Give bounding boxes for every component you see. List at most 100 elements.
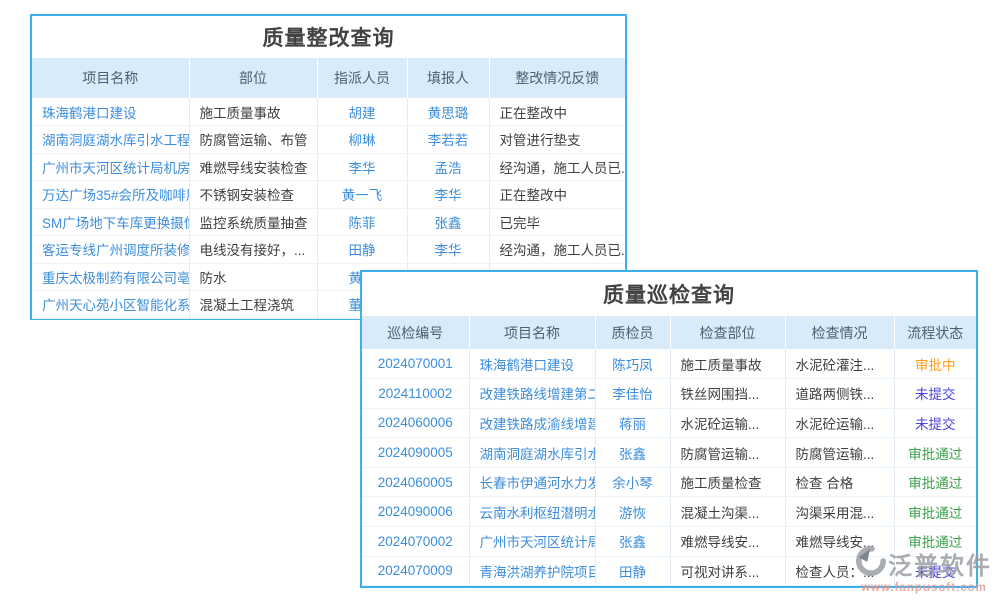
cell-part: 水泥砼运输...	[670, 408, 785, 438]
cell-project[interactable]: 珠海鹤港口建设	[32, 98, 189, 126]
cell-project[interactable]: 客运专线广州调度所装修项目	[32, 236, 189, 264]
column-header: 检查部位	[670, 316, 785, 349]
cell-part: 施工质量事故	[670, 349, 785, 379]
cell-feedback: 对管进行垫支	[489, 126, 625, 154]
cell-no[interactable]: 2024070001	[362, 349, 469, 379]
status-badge[interactable]: 审批中	[894, 349, 976, 379]
cell-situation: 检查 合格	[785, 467, 894, 497]
cell-reporter[interactable]: 李华	[407, 181, 489, 209]
cell-part: 难燃导线安...	[670, 527, 785, 557]
cell-project[interactable]: 改建铁路线增建第二线	[469, 379, 595, 409]
cell-assignee[interactable]: 胡建	[317, 98, 407, 126]
cell-inspector[interactable]: 李佳怡	[595, 379, 670, 409]
cell-part: 混凝土工程浇筑	[189, 291, 317, 319]
cell-reporter[interactable]: 黄思璐	[407, 98, 489, 126]
table-row: 客运专线广州调度所装修项目电线没有接好，...田静李华经沟通，施工人员已...	[32, 236, 625, 264]
cell-feedback: 正在整改中	[489, 98, 625, 126]
cell-inspector[interactable]: 蒋丽	[595, 408, 670, 438]
cell-part: 不锈钢安装检查	[189, 181, 317, 209]
cell-part: 防水	[189, 263, 317, 291]
cell-no[interactable]: 2024090005	[362, 438, 469, 468]
column-header: 项目名称	[32, 58, 189, 98]
cell-assignee[interactable]: 田静	[317, 236, 407, 264]
rectify-window-title: 质量整改查询	[32, 16, 625, 58]
status-badge[interactable]: 审批通过	[894, 467, 976, 497]
cell-situation: 水泥砼运输...	[785, 408, 894, 438]
cell-project[interactable]: 长春市伊通河水力发电站	[469, 467, 595, 497]
status-badge[interactable]: 未提交	[894, 379, 976, 409]
inspect-window-title: 质量巡检查询	[362, 272, 976, 316]
table-row: 珠海鹤港口建设施工质量事故胡建黄思璐正在整改中	[32, 98, 625, 126]
cell-inspector[interactable]: 张鑫	[595, 438, 670, 468]
table-row: 2024070002广州市天河区统计局机房张鑫难燃导线安...难燃导线安...审…	[362, 527, 976, 557]
cell-project[interactable]: 广州市天河区统计局机房	[469, 527, 595, 557]
cell-inspector[interactable]: 余小琴	[595, 467, 670, 497]
cell-part: 混凝土沟渠...	[670, 497, 785, 527]
cell-part: 施工质量事故	[189, 98, 317, 126]
column-header: 巡检编号	[362, 316, 469, 349]
table-row: 2024060006改建铁路成渝线增建二线蒋丽水泥砼运输...水泥砼运输...未…	[362, 408, 976, 438]
column-header: 质检员	[595, 316, 670, 349]
cell-part: 电线没有接好，...	[189, 236, 317, 264]
cell-project[interactable]: 改建铁路成渝线增建二线	[469, 408, 595, 438]
cell-reporter[interactable]: 张鑫	[407, 208, 489, 236]
cell-no[interactable]: 2024060005	[362, 467, 469, 497]
column-header: 填报人	[407, 58, 489, 98]
table-row: 2024090006云南水利枢纽潜明水库工游恢混凝土沟渠...沟渠采用混...审…	[362, 497, 976, 527]
cell-situation: 难燃导线安...	[785, 527, 894, 557]
cell-project[interactable]: 湖南洞庭湖水库引水工程	[469, 438, 595, 468]
column-header: 整改情况反馈	[489, 58, 625, 98]
cell-assignee[interactable]: 柳琳	[317, 126, 407, 154]
table-row: 2024090005湖南洞庭湖水库引水工程张鑫防腐管运输...防腐管运输...审…	[362, 438, 976, 468]
cell-no[interactable]: 2024060006	[362, 408, 469, 438]
status-badge[interactable]: 未提交	[894, 408, 976, 438]
cell-part: 监控系统质量抽查	[189, 208, 317, 236]
cell-situation: 道路两侧铁...	[785, 379, 894, 409]
cell-project[interactable]: 青海洪湖养护院项目	[469, 556, 595, 586]
table-row: 广州市天河区统计局机房改造难燃导线安装检查李华孟浩经沟通，施工人员已...	[32, 153, 625, 181]
cell-project[interactable]: 珠海鹤港口建设	[469, 349, 595, 379]
cell-project[interactable]: 重庆太极制药有限公司亳州	[32, 263, 189, 291]
cell-assignee[interactable]: 陈菲	[317, 208, 407, 236]
cell-feedback: 已完毕	[489, 208, 625, 236]
cell-project[interactable]: 广州天心苑小区智能化系统	[32, 291, 189, 319]
cell-part: 施工质量检查	[670, 467, 785, 497]
status-badge[interactable]: 审批通过	[894, 527, 976, 557]
cell-no[interactable]: 2024070009	[362, 556, 469, 586]
table-row: 2024060005长春市伊通河水力发电站余小琴施工质量检查检查 合格审批通过	[362, 467, 976, 497]
cell-inspector[interactable]: 陈巧凤	[595, 349, 670, 379]
cell-situation: 检查人员：...	[785, 556, 894, 586]
inspect-table: 巡检编号项目名称质检员检查部位检查情况流程状态 2024070001珠海鹤港口建…	[362, 316, 976, 586]
column-header: 部位	[189, 58, 317, 98]
cell-reporter[interactable]: 孟浩	[407, 153, 489, 181]
inspect-header-row: 巡检编号项目名称质检员检查部位检查情况流程状态	[362, 316, 976, 349]
table-row: 2024070001珠海鹤港口建设陈巧凤施工质量事故水泥砼灌注...审批中	[362, 349, 976, 379]
cell-assignee[interactable]: 李华	[317, 153, 407, 181]
cell-project[interactable]: 广州市天河区统计局机房改造	[32, 153, 189, 181]
cell-no[interactable]: 2024090006	[362, 497, 469, 527]
table-row: 万达广场35#会所及咖啡厅装不锈钢安装检查黄一飞李华正在整改中	[32, 181, 625, 209]
cell-inspector[interactable]: 田静	[595, 556, 670, 586]
cell-no[interactable]: 2024070002	[362, 527, 469, 557]
cell-inspector[interactable]: 张鑫	[595, 527, 670, 557]
status-badge[interactable]: 未提交	[894, 556, 976, 586]
cell-project[interactable]: 湖南洞庭湖水库引水工程施工	[32, 126, 189, 154]
cell-inspector[interactable]: 游恢	[595, 497, 670, 527]
status-badge[interactable]: 审批通过	[894, 497, 976, 527]
cell-project[interactable]: 万达广场35#会所及咖啡厅装	[32, 181, 189, 209]
cell-reporter[interactable]: 李华	[407, 236, 489, 264]
cell-project[interactable]: SM广场地下车库更换摄像机	[32, 208, 189, 236]
cell-part: 防腐管运输...	[670, 438, 785, 468]
cell-part: 难燃导线安装检查	[189, 153, 317, 181]
cell-situation: 沟渠采用混...	[785, 497, 894, 527]
cell-part: 可视对讲系...	[670, 556, 785, 586]
rectify-header-row: 项目名称部位指派人员填报人整改情况反馈	[32, 58, 625, 98]
status-badge[interactable]: 审批通过	[894, 438, 976, 468]
cell-no[interactable]: 2024110002	[362, 379, 469, 409]
table-row: 2024070009青海洪湖养护院项目田静可视对讲系...检查人员：...未提交	[362, 556, 976, 586]
cell-assignee[interactable]: 黄一飞	[317, 181, 407, 209]
column-header: 项目名称	[469, 316, 595, 349]
cell-project[interactable]: 云南水利枢纽潜明水库工	[469, 497, 595, 527]
column-header: 检查情况	[785, 316, 894, 349]
cell-reporter[interactable]: 李若若	[407, 126, 489, 154]
